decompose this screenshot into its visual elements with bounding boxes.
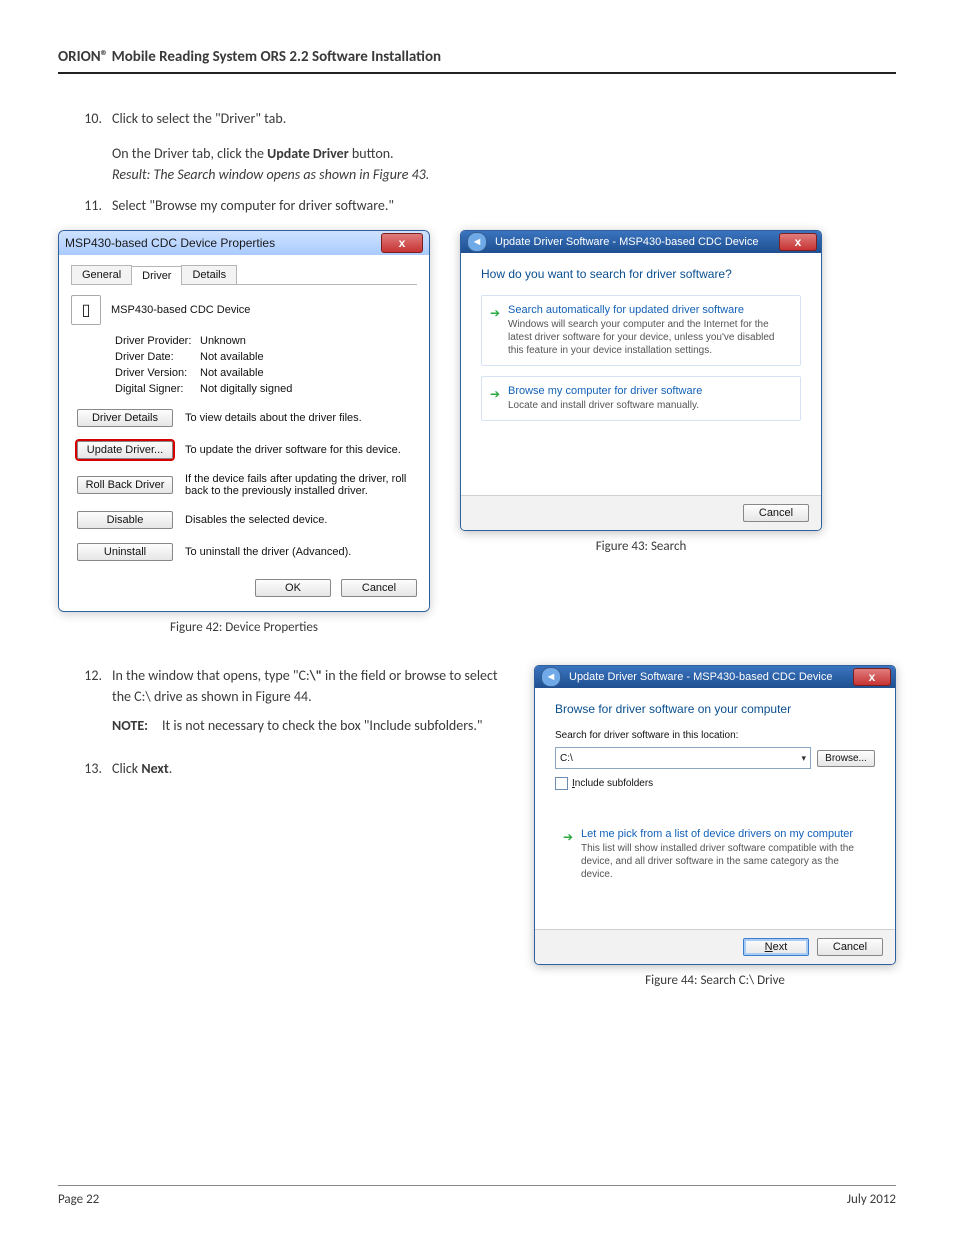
device-icon: ▯ — [71, 295, 101, 325]
step-12: 12. In the window that opens, type "C:\"… — [58, 665, 504, 707]
step-number: 13. — [58, 758, 112, 779]
device-name: MSP430-based CDC Device — [111, 304, 250, 316]
step-13: 13. Click Next. — [58, 758, 504, 779]
option-title: Browse my computer for driver software — [508, 385, 790, 397]
dialog-title: Update Driver Software - MSP430-based CD… — [495, 236, 759, 248]
step-subtext: On the Driver tab, click the Update Driv… — [112, 143, 896, 164]
step-text: Select "Browse my computer for driver so… — [112, 195, 896, 216]
label: Digital Signer: — [115, 383, 200, 395]
tab-details[interactable]: Details — [181, 265, 237, 284]
location-input[interactable]: C:\ ▾ — [555, 747, 811, 769]
chevron-down-icon[interactable]: ▾ — [801, 753, 806, 764]
page-header: ORION® Mobile Reading System ORS 2.2 Sof… — [58, 48, 896, 74]
label: Driver Date: — [115, 351, 200, 363]
back-icon[interactable]: ◄ — [467, 232, 487, 252]
button-desc: To view details about the driver files. — [185, 412, 362, 424]
location-label: Search for driver software in this locat… — [555, 730, 875, 741]
search-dialog: ◄ Update Driver Software - MSP430-based … — [460, 230, 822, 531]
disable-button[interactable]: Disable — [77, 511, 173, 529]
cancel-button[interactable]: Cancel — [817, 938, 883, 956]
device-properties-dialog: MSP430-based CDC Device Properties x Gen… — [58, 230, 430, 612]
rollback-driver-button[interactable]: Roll Back Driver — [77, 476, 173, 494]
tab-general[interactable]: General — [71, 265, 132, 284]
page-date: July 2012 — [847, 1192, 896, 1207]
step-text: In the window that opens, type "C:\" in … — [112, 665, 504, 707]
arrow-icon: ➔ — [490, 306, 500, 320]
close-icon[interactable]: x — [853, 668, 891, 686]
next-button[interactable]: Next — [743, 938, 809, 956]
option-browse-computer[interactable]: ➔ Browse my computer for driver software… — [481, 376, 801, 421]
note-block: NOTE: It is not necessary to check the b… — [112, 717, 504, 734]
dialog-title: MSP430-based CDC Device Properties — [65, 231, 275, 255]
button-desc: If the device fails after updating the d… — [185, 473, 417, 497]
label: Driver Version: — [115, 367, 200, 379]
ok-button[interactable]: OK — [255, 579, 331, 597]
button-desc: Disables the selected device. — [185, 514, 327, 526]
back-icon[interactable]: ◄ — [541, 667, 561, 687]
option-pick-from-list[interactable]: ➔ Let me pick from a list of device driv… — [555, 820, 875, 889]
checkbox-icon — [555, 777, 568, 790]
value: Unknown — [200, 335, 246, 347]
cancel-button[interactable]: Cancel — [341, 579, 417, 597]
page-footer: Page 22 July 2012 — [58, 1185, 896, 1207]
dialog-title: Update Driver Software - MSP430-based CD… — [569, 671, 833, 683]
step-number: 11. — [58, 195, 112, 216]
option-title: Search automatically for updated driver … — [508, 304, 790, 316]
figure-43: ◄ Update Driver Software - MSP430-based … — [460, 230, 822, 635]
option-subtitle: Windows will search your computer and th… — [508, 318, 790, 357]
step-result: Result: The Search window opens as shown… — [112, 164, 896, 185]
step-number: 12. — [58, 665, 112, 707]
figure-42: MSP430-based CDC Device Properties x Gen… — [58, 230, 430, 635]
option-subtitle: Locate and install driver software manua… — [508, 399, 790, 412]
step-number: 10. — [58, 108, 112, 185]
note-label: NOTE: — [112, 717, 162, 734]
uninstall-button[interactable]: Uninstall — [77, 543, 173, 561]
value: Not available — [200, 351, 264, 363]
value: Not digitally signed — [200, 383, 292, 395]
close-icon[interactable]: x — [381, 233, 423, 253]
close-icon[interactable]: x — [779, 233, 817, 251]
update-driver-button[interactable]: Update Driver... — [77, 441, 173, 459]
dialog-heading: Browse for driver software on your compu… — [555, 702, 875, 716]
value: Not available — [200, 367, 264, 379]
option-title: Let me pick from a list of device driver… — [581, 828, 865, 840]
figure-caption: Figure 44: Search C:\ Drive — [645, 973, 785, 988]
driver-details-button[interactable]: Driver Details — [77, 409, 173, 427]
button-desc: To update the driver software for this d… — [185, 444, 401, 456]
option-search-automatically[interactable]: ➔ Search automatically for updated drive… — [481, 295, 801, 366]
step-10: 10. Click to select the "Driver" tab. On… — [58, 108, 896, 185]
option-subtitle: This list will show installed driver sof… — [581, 842, 865, 881]
note-text: It is not necessary to check the box "In… — [162, 717, 483, 734]
browse-dialog: ◄ Update Driver Software - MSP430-based … — [534, 665, 896, 965]
browse-button[interactable]: Browse... — [817, 750, 875, 767]
arrow-icon: ➔ — [563, 830, 573, 844]
label: Driver Provider: — [115, 335, 200, 347]
tab-driver[interactable]: Driver — [131, 266, 182, 285]
figure-caption: Figure 43: Search — [596, 539, 687, 554]
include-subfolders-checkbox[interactable]: Include subfolders — [555, 777, 875, 790]
cancel-button[interactable]: Cancel — [743, 504, 809, 522]
step-11: 11. Select "Browse my computer for drive… — [58, 195, 896, 216]
step-text: Click Next. — [112, 758, 504, 779]
arrow-icon: ➔ — [490, 387, 500, 401]
step-text: Click to select the "Driver" tab. — [112, 108, 896, 129]
figure-44: ◄ Update Driver Software - MSP430-based … — [534, 665, 896, 988]
dialog-heading: How do you want to search for driver sof… — [481, 267, 801, 281]
page-number: Page 22 — [58, 1192, 99, 1207]
figure-caption: Figure 42: Device Properties — [170, 620, 318, 635]
button-desc: To uninstall the driver (Advanced). — [185, 546, 351, 558]
